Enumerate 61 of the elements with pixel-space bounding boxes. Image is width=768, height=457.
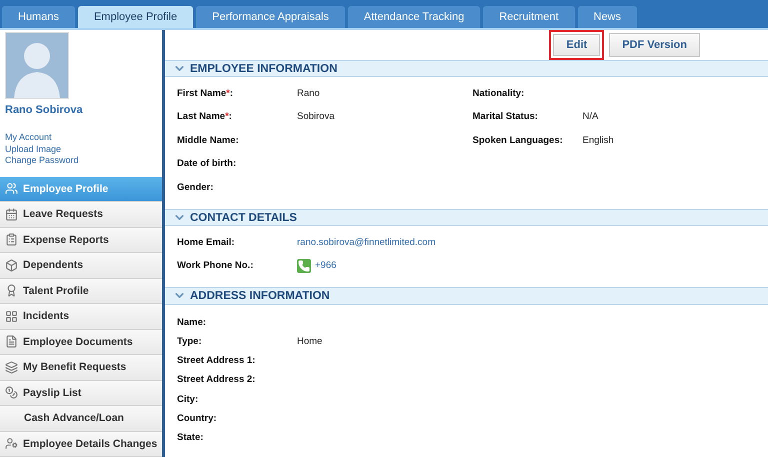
grid-icon	[5, 310, 18, 323]
field-value: Sobirova	[297, 111, 334, 122]
field-label: First Name*:	[177, 88, 234, 99]
field-label: Street Address 2:	[177, 374, 256, 386]
field-label: Name:	[177, 316, 208, 328]
menu-item[interactable]: Talent Profile	[0, 278, 162, 304]
field-label: Middle Name:	[177, 134, 240, 146]
field-label: Work Phone No.:	[177, 260, 254, 272]
field-label: Marital Status:	[472, 111, 539, 122]
field-label: Date of birth:	[177, 158, 238, 170]
field-label: Nationality:	[472, 88, 526, 99]
account-link[interactable]: Change Password	[5, 155, 79, 166]
field-value: Home	[297, 336, 322, 347]
box-icon	[5, 258, 18, 272]
account-link[interactable]: My Account	[5, 132, 52, 144]
clipboard-icon	[5, 233, 18, 246]
phone-link[interactable]: +966	[315, 260, 336, 272]
field-label: Country:	[177, 412, 218, 424]
menu-item[interactable]: Dependents	[0, 253, 162, 278]
section-header[interactable]: ADDRESS INFORMATION	[165, 287, 768, 305]
phone-icon	[297, 258, 311, 273]
nav-tab[interactable]: Recruitment	[483, 6, 574, 28]
avatar-silhouette	[5, 32, 69, 99]
nav-tab[interactable]: Humans	[2, 6, 75, 28]
people-icon	[5, 182, 18, 196]
nav-tab[interactable]: Attendance Tracking	[348, 6, 480, 28]
field-label: Spoken Languages:	[472, 134, 564, 146]
menu-item[interactable]: Employee Documents	[0, 330, 162, 355]
coins-icon	[5, 386, 18, 400]
document-icon	[5, 335, 18, 348]
field-value: Rano	[297, 88, 320, 99]
email-link[interactable]: rano.sobirova@finnetlimited.com	[297, 236, 436, 248]
field-label: Type:	[177, 336, 203, 347]
section-header[interactable]: CONTACT DETAILS	[165, 208, 768, 226]
calendar-icon	[5, 208, 18, 221]
account-link[interactable]: Upload Image	[5, 144, 62, 155]
menu-item[interactable]: Leave Requests	[0, 202, 162, 228]
user-gear-icon	[5, 437, 18, 450]
field-label: State:	[177, 432, 204, 443]
pdf-button[interactable]: PDF Version	[609, 33, 700, 57]
nav-tab[interactable]: Employee Profile	[78, 6, 194, 28]
field-label: Last Name*:	[177, 111, 233, 122]
edit-button[interactable]: Edit	[549, 30, 604, 60]
field-label: Gender:	[177, 182, 214, 193]
profile-name: Rano Sobirova	[5, 104, 84, 116]
field-value: N/A	[582, 111, 598, 122]
field-label: Street Address 1:	[177, 355, 256, 366]
section-header[interactable]: EMPLOYEE INFORMATION	[165, 60, 768, 78]
field-label: City:	[177, 394, 200, 405]
menu-item[interactable]: Cash Advance/Loan	[0, 406, 162, 432]
award-icon	[5, 284, 18, 298]
nav-tab[interactable]: Performance Appraisals	[196, 6, 345, 28]
menu-item[interactable]: Employee Details Changes	[0, 432, 162, 457]
field-value: English	[582, 134, 614, 146]
menu-item[interactable]: Expense Reports	[0, 228, 162, 253]
stack-icon	[5, 360, 18, 374]
field-label: Home Email:	[177, 236, 236, 248]
menu-item[interactable]: Incidents	[0, 304, 162, 330]
nav-tab[interactable]: News	[578, 6, 638, 28]
menu-item[interactable]: My Benefit Requests	[0, 355, 162, 380]
menu-item[interactable]: Payslip List	[0, 380, 162, 406]
